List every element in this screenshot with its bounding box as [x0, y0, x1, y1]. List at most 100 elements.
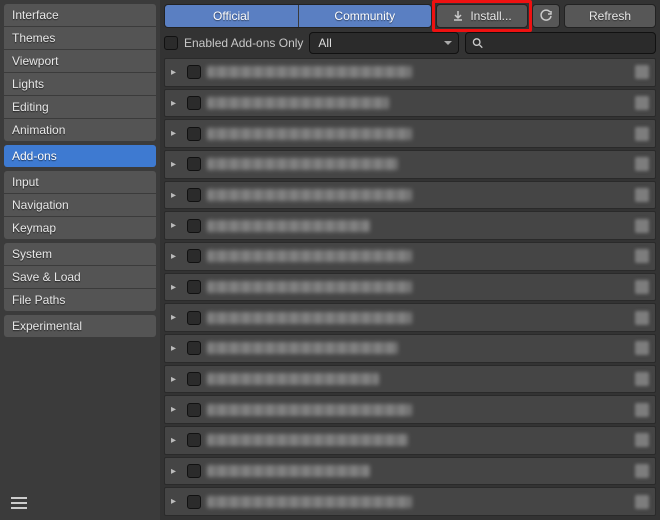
addon-row: ▸: [164, 58, 656, 87]
category-select-value: All: [318, 36, 331, 50]
sidebar-item-viewport[interactable]: Viewport: [4, 50, 156, 73]
disclosure-triangle-icon[interactable]: ▸: [171, 496, 181, 507]
addon-name-redacted: [207, 66, 412, 78]
disclosure-triangle-icon[interactable]: ▸: [171, 67, 181, 78]
enabled-only-label[interactable]: Enabled Add-ons Only: [184, 36, 303, 50]
addon-enable-checkbox[interactable]: [187, 372, 201, 386]
sidebar-item-file-paths[interactable]: File Paths: [4, 289, 156, 311]
addon-name-redacted: [207, 189, 412, 201]
sidebar-item-input[interactable]: Input: [4, 171, 156, 194]
addon-docs-icon[interactable]: [635, 403, 649, 417]
addon-enable-checkbox[interactable]: [187, 464, 201, 478]
addon-docs-icon[interactable]: [635, 96, 649, 110]
addon-name-redacted: [207, 373, 379, 385]
disclosure-triangle-icon[interactable]: ▸: [171, 312, 181, 323]
disclosure-triangle-icon[interactable]: ▸: [171, 404, 181, 415]
sidebar-item-system[interactable]: System: [4, 243, 156, 266]
addon-docs-icon[interactable]: [635, 65, 649, 79]
addon-name-redacted: [207, 404, 412, 416]
addon-name-redacted: [207, 97, 389, 109]
addon-row: ▸: [164, 334, 656, 363]
addon-row: ▸: [164, 365, 656, 394]
addon-name-redacted: [207, 434, 408, 446]
refresh-label: Refresh: [589, 5, 631, 27]
addon-docs-icon[interactable]: [635, 188, 649, 202]
refresh-button-icon-only[interactable]: [532, 4, 560, 28]
support-official-button[interactable]: Official: [165, 5, 299, 27]
addon-docs-icon[interactable]: [635, 311, 649, 325]
search-icon: [472, 37, 483, 49]
addon-docs-icon[interactable]: [635, 433, 649, 447]
addon-name-redacted: [207, 281, 412, 293]
disclosure-triangle-icon[interactable]: ▸: [171, 374, 181, 385]
sidebar-item-save-load[interactable]: Save & Load: [4, 266, 156, 289]
addon-row: ▸: [164, 395, 656, 424]
addon-docs-icon[interactable]: [635, 495, 649, 509]
addon-docs-icon[interactable]: [635, 157, 649, 171]
addon-enable-checkbox[interactable]: [187, 157, 201, 171]
addon-enable-checkbox[interactable]: [187, 219, 201, 233]
addon-enable-checkbox[interactable]: [187, 188, 201, 202]
install-addon-button[interactable]: Install...: [436, 4, 528, 28]
sidebar-spacer: [4, 343, 156, 488]
addon-enable-checkbox[interactable]: [187, 127, 201, 141]
enabled-only-checkbox[interactable]: [164, 36, 178, 50]
addon-enable-checkbox[interactable]: [187, 403, 201, 417]
disclosure-triangle-icon[interactable]: ▸: [171, 128, 181, 139]
sidebar-item-lights[interactable]: Lights: [4, 73, 156, 96]
addon-row: ▸: [164, 487, 656, 516]
addon-row: ▸: [164, 426, 656, 455]
addon-name-redacted: [207, 312, 412, 324]
addon-docs-icon[interactable]: [635, 372, 649, 386]
sidebar-item-navigation[interactable]: Navigation: [4, 194, 156, 217]
sidebar-item-editing[interactable]: Editing: [4, 96, 156, 119]
sidebar-item-interface[interactable]: Interface: [4, 4, 156, 27]
disclosure-triangle-icon[interactable]: ▸: [171, 251, 181, 262]
addon-enable-checkbox[interactable]: [187, 341, 201, 355]
sidebar-item-themes[interactable]: Themes: [4, 27, 156, 50]
addon-docs-icon[interactable]: [635, 341, 649, 355]
addon-row: ▸: [164, 181, 656, 210]
sidebar-item-add-ons[interactable]: Add-ons: [4, 145, 156, 167]
support-community-button[interactable]: Community: [299, 5, 432, 27]
addon-row: ▸: [164, 150, 656, 179]
disclosure-triangle-icon[interactable]: ▸: [171, 190, 181, 201]
disclosure-triangle-icon[interactable]: ▸: [171, 466, 181, 477]
disclosure-triangle-icon[interactable]: ▸: [171, 98, 181, 109]
install-icon: [452, 10, 464, 22]
disclosure-triangle-icon[interactable]: ▸: [171, 220, 181, 231]
addon-enable-checkbox[interactable]: [187, 280, 201, 294]
disclosure-triangle-icon[interactable]: ▸: [171, 435, 181, 446]
sidebar-item-animation[interactable]: Animation: [4, 119, 156, 141]
addon-docs-icon[interactable]: [635, 280, 649, 294]
addon-enable-checkbox[interactable]: [187, 249, 201, 263]
addon-enable-checkbox[interactable]: [187, 433, 201, 447]
support-level-segmented: Official Community: [164, 4, 432, 28]
addon-name-redacted: [207, 128, 412, 140]
sidebar-group: InterfaceThemesViewportLightsEditingAnim…: [4, 4, 156, 141]
addon-enable-checkbox[interactable]: [187, 495, 201, 509]
addon-docs-icon[interactable]: [635, 464, 649, 478]
disclosure-triangle-icon[interactable]: ▸: [171, 282, 181, 293]
disclosure-triangle-icon[interactable]: ▸: [171, 343, 181, 354]
support-level-toolbar: Official Community Install...: [164, 4, 656, 28]
addon-name-redacted: [207, 220, 370, 232]
sidebar-group: SystemSave & LoadFile Paths: [4, 243, 156, 311]
install-label: Install...: [470, 5, 511, 27]
addon-docs-icon[interactable]: [635, 249, 649, 263]
sidebar-item-keymap[interactable]: Keymap: [4, 217, 156, 239]
addon-enable-checkbox[interactable]: [187, 311, 201, 325]
refresh-button[interactable]: Refresh: [564, 4, 656, 28]
disclosure-triangle-icon[interactable]: ▸: [171, 159, 181, 170]
category-select[interactable]: All: [309, 32, 459, 54]
addon-row: ▸: [164, 457, 656, 486]
addon-enable-checkbox[interactable]: [187, 96, 201, 110]
sidebar-item-experimental[interactable]: Experimental: [4, 315, 156, 337]
addon-search-field[interactable]: [465, 32, 656, 54]
addon-docs-icon[interactable]: [635, 219, 649, 233]
addon-search-input[interactable]: [484, 36, 649, 50]
addon-row: ▸: [164, 273, 656, 302]
addon-docs-icon[interactable]: [635, 127, 649, 141]
addon-enable-checkbox[interactable]: [187, 65, 201, 79]
hamburger-menu-button[interactable]: [4, 490, 156, 516]
